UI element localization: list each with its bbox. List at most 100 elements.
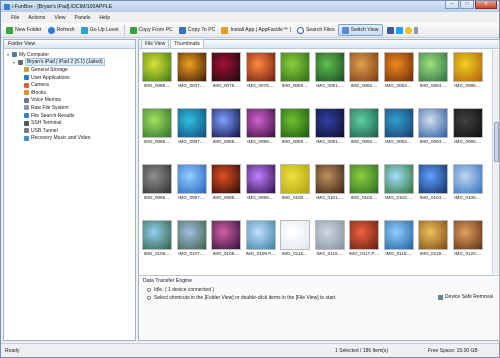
thumbnail-caption: IMG_0105.... [454,195,481,200]
menu-view[interactable]: View [54,15,65,21]
expand-icon[interactable]: ▾ [7,52,11,57]
thumbnail-item[interactable]: IMG_0109.P.... [245,220,276,256]
thumbnail-item[interactable]: IMG_0108.... [211,220,241,256]
thumbnail-item[interactable]: IMG_0101.... [314,164,345,200]
folder-tree-item[interactable]: ▾ Bryan's iPad | iPad 2 (5.1) (Jailed) [7,58,132,67]
tab-thumbnails[interactable]: Thumbnails [170,39,205,48]
thumbnail-item[interactable]: IMG_0119.... [418,220,448,256]
folder-tree-item[interactable]: Camera [7,81,132,89]
menu-help[interactable]: Help [99,15,110,21]
thumbnail-item[interactable]: IMG_0095.... [452,108,483,144]
folder-tree-item[interactable]: USB Tunnel [7,127,132,135]
folder-tree-item[interactable]: iBooks [7,89,132,97]
copy-to-pc-button[interactable]: Copy To PC [176,24,219,36]
facebook-icon[interactable] [386,26,394,34]
folder-icon [24,97,29,103]
thumbnail-item[interactable]: IMG_0096.... [142,164,172,200]
thumbnail-item[interactable]: IMG_0093.... [383,108,414,144]
thumbnail-item[interactable]: IMG_0090.... [280,108,310,144]
thumbnail-item[interactable]: IMG_0103.... [383,164,414,200]
refresh-icon [47,26,55,34]
thumbnail-item[interactable]: IMG_0087.... [176,108,207,144]
copy-from-pc-button[interactable]: Copy From PC [127,24,176,36]
device-safe-removal-button[interactable]: Device Safe Removal [437,294,493,300]
status-ready: Ready [5,347,20,354]
menu-actions[interactable]: Actions [28,15,45,21]
thumbnail-item[interactable]: IMG_0079.... [245,52,276,88]
thumbnail-image [314,220,345,250]
thumbnail-item[interactable]: IMG_0084.... [418,52,448,88]
refresh-button[interactable]: Refresh [45,24,78,36]
folder-tree-item[interactable]: Voice Memos [7,97,132,105]
thumbnail-item[interactable]: IMG_0037.... [176,52,207,88]
search-files-button[interactable]: Search Files [294,24,338,36]
thumbnail-item[interactable]: IMG_0106.... [142,220,172,256]
minimize-button[interactable]: – [445,1,459,9]
go-up-button[interactable]: Go Up Level [78,24,122,36]
thumbnail-item[interactable]: IMG_0120.... [452,220,483,256]
thumbnail-caption: IMG_0092.... [350,139,378,144]
smiley-icon[interactable] [404,26,412,34]
thumbnail-item[interactable]: IMG_0107.... [176,220,207,256]
thumbnail-image [245,108,276,138]
title-bar: i-FunBox - [Bryan's iPad]:/DCIM/100APPLE… [1,1,499,12]
install-app-button[interactable]: Install App | AppFactile™ | [218,24,293,36]
thumbnail-item[interactable]: IMG_0086.... [142,108,172,144]
folder-tree-item[interactable]: Raw File System [7,104,132,112]
thumbnail-image [142,108,172,138]
thumbnail-item[interactable]: IMG_0088.... [211,108,241,144]
engine-hint: Select shortcuts in the [Folder View] or… [154,295,337,301]
device-icon[interactable] [413,26,418,34]
thumbnail-caption: IMG_0101.... [316,195,343,200]
copy-from-pc-label: Copy From PC [138,27,173,33]
thumbnail-item[interactable]: IMG_0092.... [349,108,379,144]
folder-tree-item[interactable]: General Storage [7,66,132,74]
scrollbar-thumb[interactable] [494,122,499,162]
switch-view-button[interactable]: Switch View [337,24,383,36]
thumbnail-item[interactable]: IMG_0097.... [176,164,207,200]
thumbnail-item[interactable]: IMG_0105.... [452,164,483,200]
folder-view-heading: Folder View [4,40,135,49]
thumbnail-item[interactable]: IMG_0118.... [383,220,414,256]
thumbnail-item[interactable]: IMG_0104.... [418,164,448,200]
expand-icon[interactable]: ▾ [13,60,17,65]
thumbnail-item[interactable]: IMG_0080.... [280,52,310,88]
thumbnail-item[interactable]: IMG_0117.P.... [349,220,379,256]
thumbnail-item[interactable]: IMG_0115.... [280,220,310,256]
thumbnail-item[interactable]: IMG_0086.... [142,52,172,88]
thumbnail-caption: IMG_0097.... [178,195,205,200]
vertical-scrollbar[interactable] [492,50,499,274]
thumbnail-item[interactable]: IMG_0099.... [245,164,276,200]
thumbnail-item[interactable]: IMG_0085.... [452,52,483,88]
folder-tree-item[interactable]: SSH Terminal [7,119,132,127]
tab-file-view[interactable]: File View [141,39,170,48]
folder-tree-item[interactable]: Recovery Music and Video [7,135,132,143]
thumbnail-item[interactable]: IMG_0081.... [314,52,345,88]
folder-icon [24,105,29,111]
menu-panels[interactable]: Panels [75,15,91,21]
thumbnail-caption: IMG_0099.... [247,195,274,200]
thumbnail-item[interactable]: IMG_0089.... [245,108,276,144]
thumbnail-image [349,220,379,250]
thumbnail-item[interactable]: IMG_0116.... [314,220,345,256]
folder-icon [24,75,29,81]
maximize-button[interactable]: □ [460,1,474,9]
thumbnail-item[interactable]: IMG_0083.... [383,52,414,88]
thumbnail-item[interactable]: IMG_0100.... [280,164,310,200]
thumbnail-image [142,52,172,82]
thumbnail-item[interactable]: IMG_0091.... [314,108,345,144]
new-folder-button[interactable]: New Folder [3,24,45,36]
thumbnail-item[interactable]: IMG_0082.... [349,52,379,88]
thumbnail-item[interactable]: IMG_0094.... [418,108,448,144]
thumbnail-item[interactable]: IMG_0078.... [211,52,241,88]
menu-file[interactable]: File [11,15,19,21]
twitter-icon[interactable] [395,26,403,34]
copy-from-pc-icon [129,26,137,34]
thumbnail-item[interactable]: IMG_0098.... [211,164,241,200]
install-app-label: Install App | AppFactile™ | [230,27,291,33]
close-button[interactable]: ✕ [475,1,497,9]
thumbnail-item[interactable]: IMG_0102.... [349,164,379,200]
folder-tree-item[interactable]: User Applications [7,74,132,82]
folder-tree-label: Recovery Music and Video [31,135,91,142]
folder-tree-item[interactable]: File Search Results [7,112,132,120]
